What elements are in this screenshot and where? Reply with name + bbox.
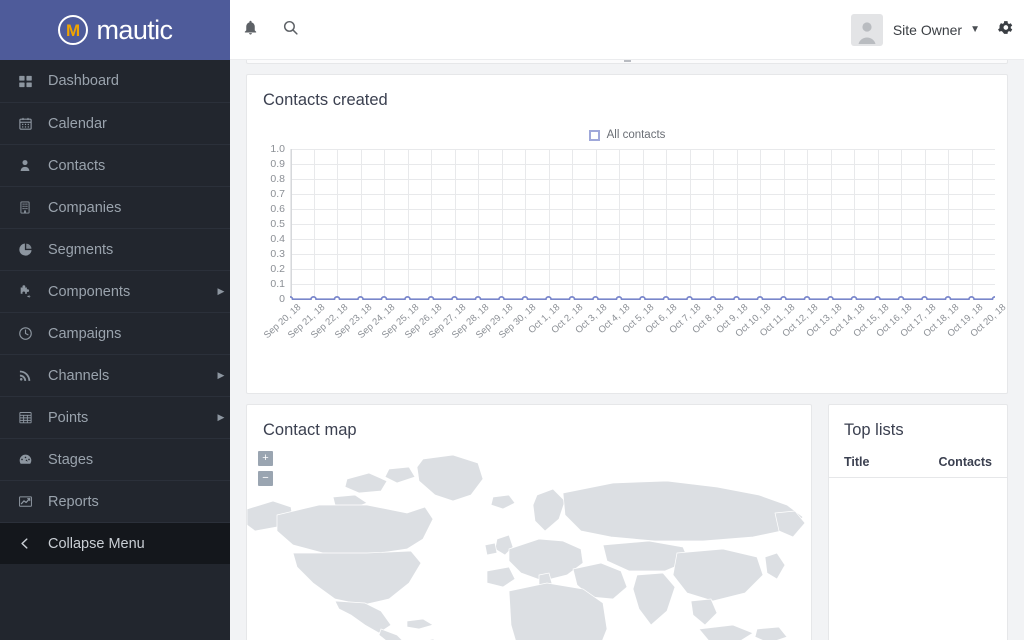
chevron-right-icon: ▶ xyxy=(212,286,230,297)
building-icon xyxy=(18,200,48,215)
contact-map-panel: Contact map + − xyxy=(246,404,812,640)
y-axis-tick: 0.1 xyxy=(270,278,285,290)
y-axis-tick: 0.5 xyxy=(270,218,285,230)
settings-button[interactable] xyxy=(986,0,1024,60)
y-axis-tick: 0.2 xyxy=(270,263,285,275)
sidebar-item-segments[interactable]: Segments xyxy=(0,228,230,270)
y-axis-tick: 0.6 xyxy=(270,203,285,215)
gear-icon xyxy=(997,19,1014,41)
top-lists-panel: Top lists Title Contacts xyxy=(828,404,1008,640)
sidebar-item-label: Dashboard xyxy=(48,73,212,89)
sidebar-item-label: Reports xyxy=(48,494,212,510)
y-axis-tick: 0.4 xyxy=(270,233,285,245)
chart-plot-area: 1.00.90.80.70.60.50.40.30.20.10 Sep 20, … xyxy=(259,149,997,319)
sidebar-item-label: Calendar xyxy=(48,116,212,132)
user-icon xyxy=(18,158,48,173)
sidebar-item-label: Campaigns xyxy=(48,326,212,342)
search-button[interactable] xyxy=(270,0,310,60)
chevron-left-icon xyxy=(18,536,48,551)
clipped-panel-above xyxy=(246,60,1008,64)
top-lists-header-row: Title Contacts xyxy=(829,455,1007,478)
sidebar-item-components[interactable]: Components▶ xyxy=(0,270,230,312)
avatar xyxy=(851,14,883,46)
y-axis-tick: 0.8 xyxy=(270,173,285,185)
sidebar-item-label: Points xyxy=(48,410,212,426)
mautic-logo-icon: M xyxy=(58,15,88,45)
table-icon xyxy=(18,410,48,425)
sidebar-item-label: Collapse Menu xyxy=(48,536,212,552)
bell-icon xyxy=(242,19,259,41)
map-zoom-out-button[interactable]: − xyxy=(258,471,273,486)
contacts-created-panel: Contacts created All contacts 1.0 0.9 0.8 0… xyxy=(246,74,1008,394)
notifications-button[interactable] xyxy=(230,0,270,60)
y-axis-tick: 0.3 xyxy=(270,248,285,260)
pie-chart-icon xyxy=(18,242,48,257)
user-name: Site Owner xyxy=(893,22,962,38)
brand-name: mautic xyxy=(97,15,173,46)
panel-title: Top lists xyxy=(844,421,904,440)
x-axis: Sep 20, 18Sep 21, 18Sep 22, 18Sep 23, 18… xyxy=(290,302,995,362)
chevron-down-icon: ▼ xyxy=(970,24,980,35)
panel-handle xyxy=(624,60,631,62)
legend-label: All contacts xyxy=(607,129,666,141)
sidebar-item-contacts[interactable]: Contacts xyxy=(0,144,230,186)
chart-legend[interactable]: All contacts xyxy=(247,129,1007,141)
sidebar-item-label: Stages xyxy=(48,452,212,468)
panel-title: Contacts created xyxy=(263,91,388,110)
sidebar-item-label: Contacts xyxy=(48,158,212,174)
sidebar-item-label: Companies xyxy=(48,200,212,216)
map-zoom-in-button[interactable]: + xyxy=(258,451,273,466)
sidebar-item-label: Segments xyxy=(48,242,212,258)
sidebar-item-stages[interactable]: Stages xyxy=(0,438,230,480)
plot-canvas xyxy=(290,149,995,300)
grid-icon xyxy=(18,74,48,89)
logo-mark-letter: M xyxy=(66,22,79,39)
sidebar-item-points[interactable]: Points▶ xyxy=(0,396,230,438)
sidebar-item-channels[interactable]: Channels▶ xyxy=(0,354,230,396)
column-header-contacts: Contacts xyxy=(939,455,992,469)
sidebar: M mautic Dashboard Calendar Contacts Compan… xyxy=(0,0,230,640)
chevron-right-icon: ▶ xyxy=(212,370,230,381)
legend-swatch-icon[interactable] xyxy=(589,130,600,141)
y-axis-tick: 0 xyxy=(279,293,285,305)
top-header: Site Owner ▼ xyxy=(230,0,1024,60)
sidebar-item-dashboard[interactable]: Dashboard xyxy=(0,60,230,102)
y-axis: 1.00.90.80.70.60.50.40.30.20.10 xyxy=(259,149,285,300)
y-axis-tick: 1.0 xyxy=(270,143,285,155)
calendar-icon xyxy=(18,116,48,131)
sidebar-item-label: Channels xyxy=(48,368,212,384)
gauge-icon xyxy=(18,452,48,467)
y-axis-tick: 0.9 xyxy=(270,158,285,170)
search-icon xyxy=(282,19,299,41)
puzzle-icon xyxy=(18,284,48,299)
main-content: Contacts created All contacts 1.0 0.9 0.8 0… xyxy=(230,60,1024,640)
user-menu[interactable]: Site Owner ▼ xyxy=(851,14,986,46)
sidebar-nav: Dashboard Calendar Contacts Companies Segmen… xyxy=(0,60,230,564)
sidebar-item-companies[interactable]: Companies xyxy=(0,186,230,228)
brand-logo[interactable]: M mautic xyxy=(0,0,230,60)
chevron-right-icon: ▶ xyxy=(212,412,230,423)
y-axis-tick: 0.7 xyxy=(270,188,285,200)
column-header-title: Title xyxy=(844,455,939,469)
sidebar-item-collapse-menu[interactable]: Collapse Menu xyxy=(0,522,230,564)
line-chart-icon xyxy=(18,494,48,509)
panel-title: Contact map xyxy=(263,421,357,440)
rss-icon xyxy=(18,368,48,383)
sidebar-item-calendar[interactable]: Calendar xyxy=(0,102,230,144)
clock-icon xyxy=(18,326,48,341)
sidebar-item-reports[interactable]: Reports xyxy=(0,480,230,522)
sidebar-item-label: Components xyxy=(48,284,212,300)
sidebar-item-campaigns[interactable]: Campaigns xyxy=(0,312,230,354)
map-zoom-controls: + − xyxy=(258,451,273,491)
world-map[interactable] xyxy=(247,453,812,640)
